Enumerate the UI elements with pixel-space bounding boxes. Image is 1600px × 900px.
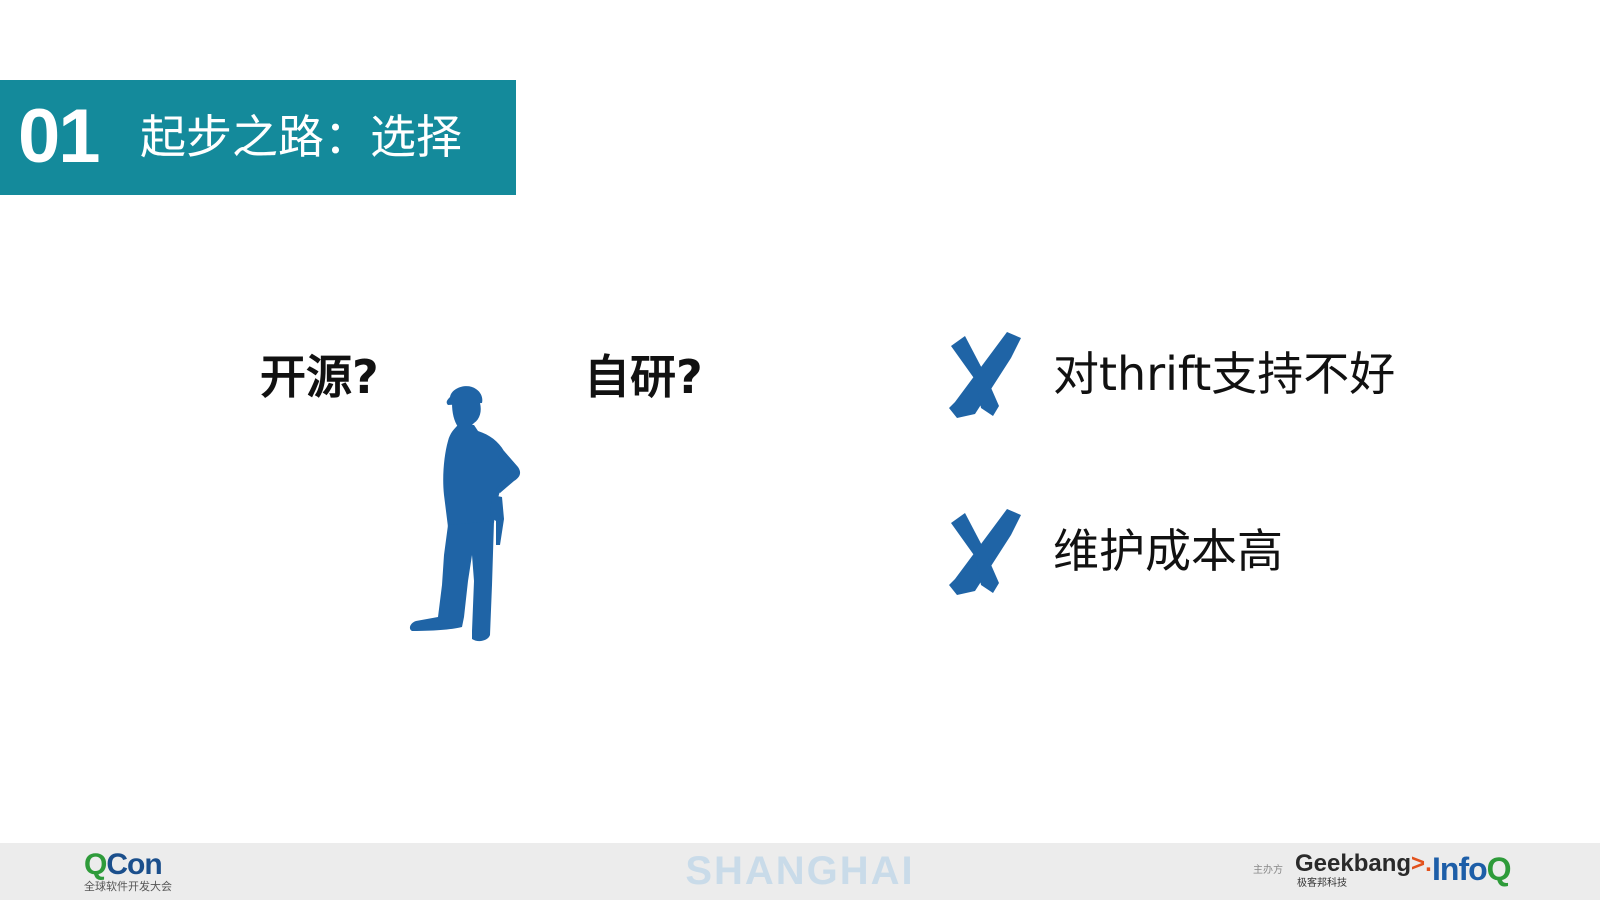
reason-text: 维护成本高 bbox=[1053, 524, 1283, 578]
geekbang-logo: Geekbang>. 极客邦科技 bbox=[1295, 851, 1432, 895]
infoq-logo: InfoQ bbox=[1432, 851, 1512, 887]
section-banner: 01 起步之路：选择 bbox=[0, 80, 516, 195]
reason-text: 对thrift支持不好 bbox=[1053, 347, 1396, 401]
geekbang-wordmark: Geekbang>. bbox=[1295, 850, 1432, 877]
geekbang-subtitle: 极客邦科技 bbox=[1297, 878, 1347, 889]
question-open-source: 开源? bbox=[260, 350, 379, 404]
section-number: 01 bbox=[18, 94, 101, 179]
footer-bar: QCon 全球软件开发大会 SHANGHAI 主办方 Geekbang>. 极客… bbox=[0, 843, 1600, 900]
x-mark-icon bbox=[949, 332, 1021, 418]
host-label: 主办方 bbox=[1253, 865, 1283, 876]
slide: 01 起步之路：选择 开源? 自研? 对thrift支持不好 维护成本高 QCo… bbox=[0, 0, 1600, 900]
reason-item: 对thrift支持不好 bbox=[945, 328, 1395, 420]
section-title: 起步之路：选择 bbox=[140, 110, 462, 164]
question-self-developed: 自研? bbox=[584, 350, 703, 404]
x-mark-icon bbox=[949, 509, 1021, 595]
worker-silhouette-icon bbox=[409, 386, 521, 642]
reason-item: 维护成本高 bbox=[945, 505, 1283, 597]
